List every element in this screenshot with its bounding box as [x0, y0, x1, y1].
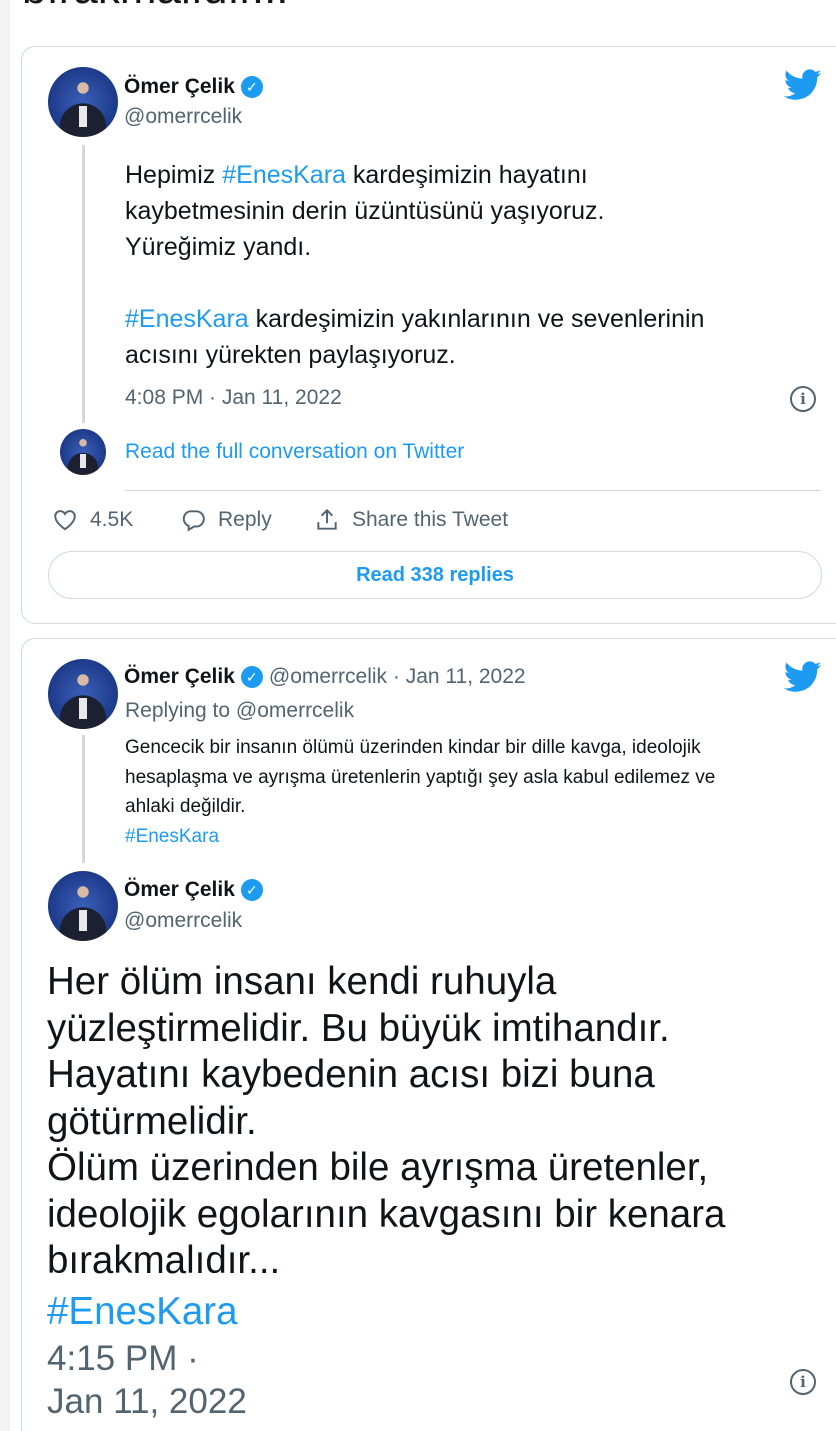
parent-author-row: Ömer Çelik ✓ @omerrcelik · Jan 11, 2022 [124, 665, 526, 689]
share-icon [317, 508, 337, 530]
twitter-bird-icon[interactable] [784, 69, 822, 101]
parent-author-avatar[interactable] [48, 659, 118, 729]
parent-handle-and-date[interactable]: @omerrcelik · Jan 11, 2022 [269, 665, 526, 689]
author-name-row: Ömer Çelik ✓ [124, 75, 263, 99]
verified-badge-icon: ✓ [240, 879, 263, 901]
author-avatar[interactable] [48, 67, 118, 137]
tweet-timestamp[interactable]: 4:08 PM · Jan 11, 2022 [125, 386, 342, 410]
thread-line [82, 145, 85, 423]
verified-badge-icon: ✓ [240, 76, 263, 98]
heart-icon [54, 510, 76, 531]
author-handle[interactable]: @omerrcelik [124, 909, 242, 933]
page-left-strip [0, 0, 10, 1431]
embedded-tweet-card-1: Ömer Çelik ✓ @omerrcelik Hepimiz #EnesKa… [21, 46, 836, 624]
like-button[interactable]: 4.5K [52, 507, 133, 533]
share-button[interactable]: Share this Tweet [314, 507, 508, 533]
twitter-bird-icon[interactable] [784, 661, 822, 693]
reply-button[interactable]: Reply [180, 507, 272, 533]
conversation-avatar [60, 429, 106, 475]
tweet-date[interactable]: Jan 11, 2022 [47, 1380, 247, 1424]
parent-tweet-body: Gencecik bir insanın ölümü üzerinden kin… [125, 737, 716, 817]
read-full-conversation-link[interactable]: Read the full conversation on Twitter [125, 440, 464, 464]
main-tweet-body: Her ölüm insanı kendi ruhuyla yüzleştirm… [47, 960, 726, 1282]
tweet-body-text: Hepimiz [125, 161, 223, 189]
hashtag-link[interactable]: #EnesKara [125, 822, 219, 852]
author-handle[interactable]: @omerrcelik [124, 105, 242, 129]
parent-author-name[interactable]: Ömer Çelik [124, 665, 235, 689]
replying-to: Replying to @omerrcelik [125, 699, 354, 723]
read-replies-button[interactable]: Read 338 replies [48, 551, 822, 599]
previous-text-fragment: bırakmalıdır... [0, 0, 836, 13]
divider [125, 490, 821, 491]
tweet-body: Hepimiz #EnesKara kardeşimizin hayatını … [125, 157, 825, 373]
read-replies-label: Read 338 replies [356, 563, 514, 586]
embedded-tweet-card-2: Ömer Çelik ✓ @omerrcelik · Jan 11, 2022 … [21, 638, 836, 1431]
replying-prefix: Replying to [125, 699, 236, 722]
author-avatar[interactable] [48, 871, 118, 941]
tweet-time[interactable]: 4:15 PM · [47, 1337, 199, 1381]
like-count: 4.5K [90, 508, 134, 531]
author-name[interactable]: Ömer Çelik [124, 75, 235, 99]
info-icon[interactable]: i [790, 1369, 816, 1395]
share-label: Share this Tweet [352, 508, 509, 531]
reply-bubble-icon [182, 510, 205, 532]
thread-line [82, 735, 85, 863]
info-icon[interactable]: i [790, 386, 816, 412]
reply-label: Reply [218, 508, 272, 531]
author-name-row: Ömer Çelik ✓ [124, 878, 263, 902]
hashtag-link[interactable]: #EnesKara [47, 1289, 238, 1336]
author-name[interactable]: Ömer Çelik [124, 878, 235, 902]
hashtag-link[interactable]: #EnesKara [222, 161, 346, 189]
replying-handle[interactable]: @omerrcelik [236, 699, 354, 722]
verified-badge-icon: ✓ [240, 666, 263, 688]
previous-text: bırakmalıdır... [22, 0, 289, 14]
hashtag-link[interactable]: #EnesKara [125, 305, 249, 333]
